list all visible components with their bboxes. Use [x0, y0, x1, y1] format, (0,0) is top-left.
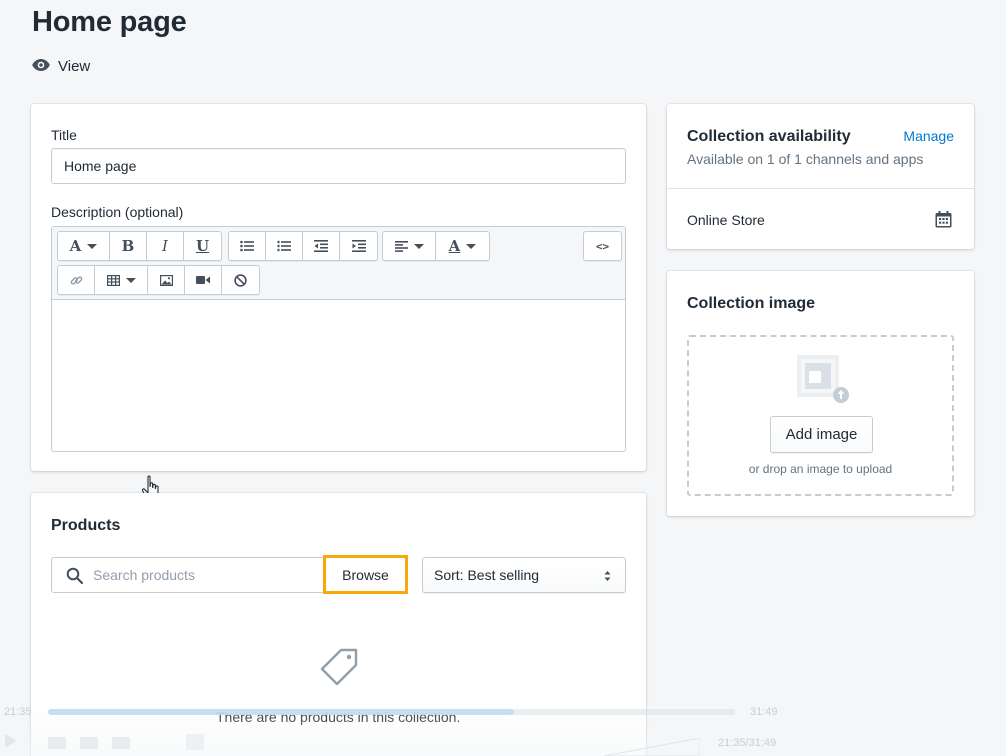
bullet-list-icon [240, 240, 254, 252]
title-input-value: Home page [64, 158, 137, 174]
font-button[interactable]: A [58, 232, 110, 260]
tag-icon [319, 647, 359, 692]
image-icon [159, 274, 173, 286]
select-arrows-icon [604, 569, 611, 585]
channel-online-store: Online Store [687, 212, 765, 228]
bullet-list-button[interactable] [229, 232, 266, 260]
sort-label: Sort: Best selling [434, 567, 540, 583]
search-icon [66, 567, 83, 584]
collection-details-card: Title Home page Description (optional) A… [31, 104, 646, 502]
browse-button[interactable]: Browse [323, 555, 408, 594]
code-label: <> [595, 239, 610, 253]
total-time: 31:49 [750, 706, 778, 718]
italic-button[interactable]: I [147, 232, 184, 260]
products-card: Products Browse Sort: Best selling There… [31, 493, 646, 756]
bold-label: B [121, 237, 135, 255]
description-label: Description (optional) [51, 204, 184, 220]
add-image-label: Add image [785, 426, 858, 443]
description-editor[interactable]: A B I U A <> [51, 226, 626, 452]
play-icon[interactable] [4, 733, 18, 754]
list-group [228, 231, 378, 261]
align-button[interactable] [383, 232, 436, 260]
products-heading: Products [51, 517, 121, 534]
eye-icon [32, 58, 50, 75]
calendar-icon[interactable] [935, 211, 952, 233]
align-left-icon [394, 240, 408, 252]
indent-button[interactable] [340, 232, 377, 260]
insert-image-button[interactable] [148, 266, 185, 294]
chevron-down-icon [125, 277, 136, 283]
code-group: <> [583, 231, 622, 261]
insert-group [57, 265, 260, 295]
italic-label: I [162, 237, 168, 255]
align-color-group: A [382, 231, 490, 261]
underline-button[interactable]: U [184, 232, 221, 260]
view-link[interactable]: View [32, 56, 90, 76]
view-label: View [58, 57, 91, 75]
collection-image-card: Collection image Add image or drop an im… [667, 271, 974, 516]
add-image-button[interactable]: Add image [770, 416, 873, 453]
chevron-down-icon [87, 243, 98, 249]
video-icon [196, 276, 210, 284]
outdent-icon [314, 240, 328, 252]
browse-label: Browse [342, 566, 389, 583]
text-color-button[interactable]: A [436, 232, 489, 260]
image-upload-icon [789, 353, 853, 410]
collection-image-heading: Collection image [687, 295, 816, 312]
link-button[interactable] [58, 266, 95, 294]
search-products-input[interactable] [93, 567, 313, 583]
bold-button[interactable]: B [110, 232, 147, 260]
title-label: Title [51, 127, 77, 143]
outdent-button[interactable] [303, 232, 340, 260]
indent-icon [351, 240, 366, 252]
table-button[interactable] [95, 266, 148, 294]
font-label: A [69, 237, 82, 255]
collection-availability-card: Collection availability Manage Available… [667, 104, 974, 249]
numbered-list-icon [277, 240, 291, 252]
image-dropzone[interactable]: Add image or drop an image to upload [687, 335, 954, 496]
text-style-group: A B I U [57, 231, 222, 261]
availability-divider [667, 188, 974, 189]
title-input[interactable]: Home page [51, 148, 626, 184]
clear-formatting-icon [234, 273, 247, 287]
combined-time: 21:35/31:49 [718, 737, 777, 749]
availability-summary: Available on 1 of 1 channels and apps [687, 151, 924, 167]
editor-content-area[interactable] [52, 300, 625, 451]
availability-heading: Collection availability [687, 128, 851, 145]
insert-video-button[interactable] [185, 266, 222, 294]
sort-select[interactable]: Sort: Best selling [422, 557, 626, 593]
manage-link[interactable]: Manage [903, 128, 954, 144]
numbered-list-button[interactable] [266, 232, 303, 260]
code-view-button[interactable]: <> [584, 232, 621, 260]
drop-hint: or drop an image to upload [748, 462, 893, 476]
text-color-icon: A [448, 237, 461, 255]
chevron-down-icon [466, 243, 477, 249]
empty-products-text: There are no products in this collection… [216, 709, 461, 725]
chevron-down-icon [413, 243, 424, 249]
underline-label: U [195, 237, 210, 255]
elapsed-time: 21:35 [4, 706, 32, 718]
editor-toolbar: A B I U A <> [52, 227, 625, 300]
page-title: Home page [32, 6, 187, 38]
table-icon [106, 274, 120, 286]
link-icon [70, 275, 82, 285]
clear-formatting-button[interactable] [222, 266, 259, 294]
